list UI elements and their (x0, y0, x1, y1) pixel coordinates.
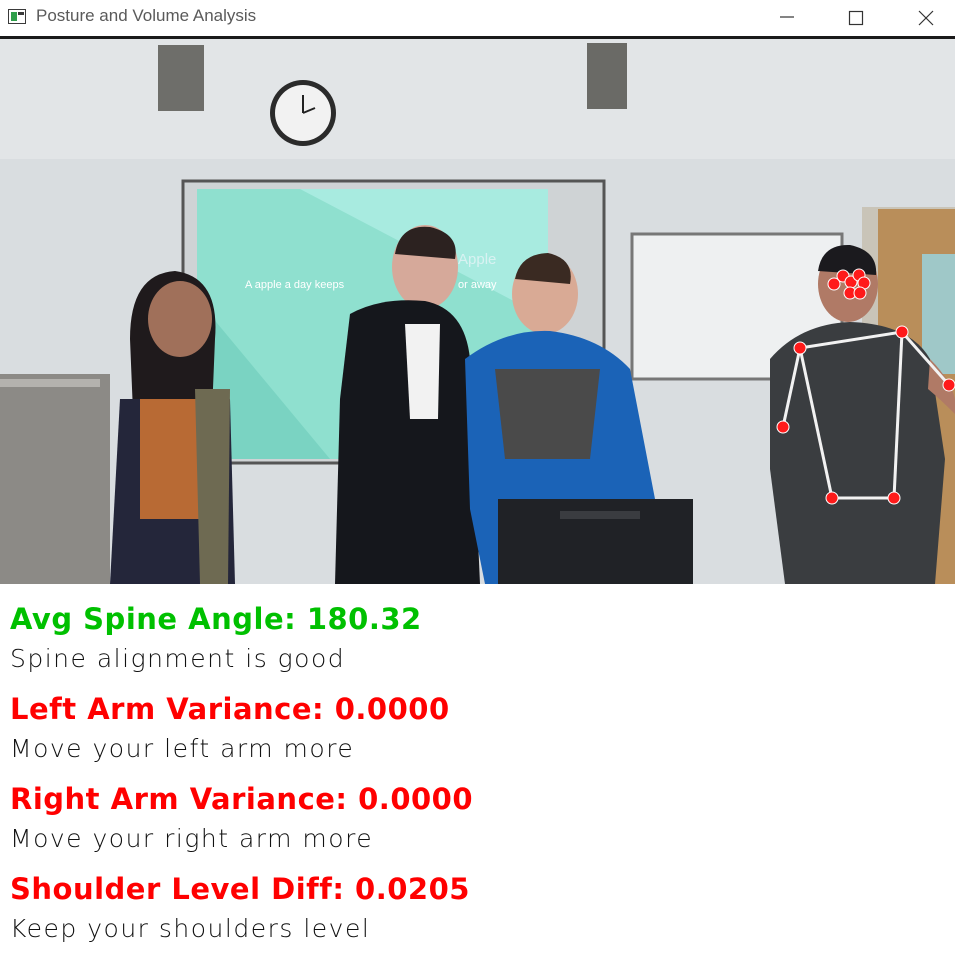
shoulder-level-diff-message: Keep your shoulders level (10, 914, 371, 943)
classroom-scene (0, 39, 955, 584)
spine-angle-label: Avg Spine Angle: 180.32 (10, 602, 422, 636)
title-bar: Posture and Volume Analysis (0, 0, 955, 39)
right-arm-variance-label: Right Arm Variance: 0.0000 (10, 782, 474, 816)
spine-angle-message: Spine alignment is good (10, 644, 346, 673)
maximize-button[interactable] (833, 0, 879, 36)
minimize-button[interactable] (764, 0, 810, 36)
window-title: Posture and Volume Analysis (36, 6, 257, 25)
maximize-icon (848, 10, 864, 26)
close-button[interactable] (903, 0, 949, 36)
video-frame: Apple A apple a day keeps or away (0, 39, 955, 584)
left-arm-variance-label: Left Arm Variance: 0.0000 (10, 692, 450, 726)
left-arm-variance-message: Move your left arm more (10, 734, 355, 763)
close-icon (918, 10, 934, 26)
shoulder-level-diff-label: Shoulder Level Diff: 0.0205 (10, 872, 470, 906)
minimize-icon (780, 16, 794, 18)
app-icon (8, 9, 26, 24)
slide-text: A apple a day keeps (245, 279, 345, 291)
wall-clock (270, 80, 336, 146)
slide-heading: Apple (458, 251, 497, 268)
right-arm-variance-message: Move your right arm more (10, 824, 374, 853)
slide-text-end: or away (458, 279, 497, 291)
metrics-panel: Avg Spine Angle: 180.32 Spine alignment … (0, 584, 955, 969)
